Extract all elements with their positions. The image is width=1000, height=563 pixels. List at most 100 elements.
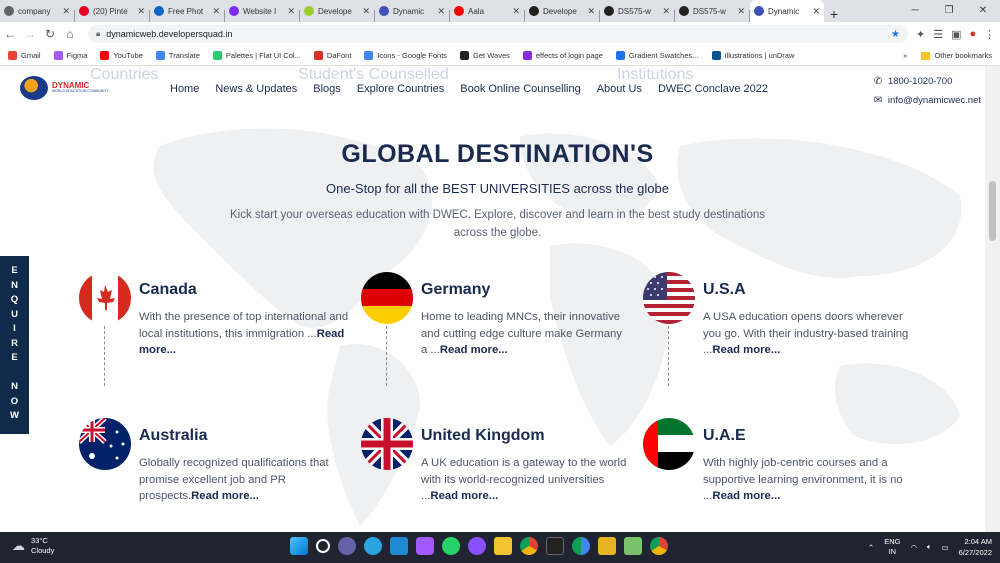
minimize-button[interactable]: ─ (898, 0, 932, 22)
nav-conclave[interactable]: DWEC Conclave 2022 (658, 83, 768, 95)
browser-tab[interactable]: Develope ✕ (300, 0, 374, 22)
wifi-icon[interactable]: ◠ (910, 543, 917, 552)
destination-name[interactable]: U.A.E (703, 427, 746, 445)
file-explorer-icon[interactable] (494, 537, 512, 555)
chat-icon[interactable] (338, 537, 356, 555)
destination-name[interactable]: U.S.A (703, 281, 746, 299)
notepad-icon[interactable] (624, 537, 642, 555)
nav-explore-countries[interactable]: Explore Countries (357, 83, 444, 95)
bookmark-item[interactable]: Figma (53, 51, 88, 60)
github-desktop-icon[interactable] (468, 537, 486, 555)
browser-tab[interactable]: Dynamic ✕ (375, 0, 449, 22)
browser-tab[interactable]: DS575-w ✕ (600, 0, 674, 22)
bookmark-item[interactable]: Gradient Swatches... (615, 51, 699, 60)
browser-tab[interactable]: DS575-w ✕ (675, 0, 749, 22)
destination-name[interactable]: Canada (139, 281, 197, 299)
enquire-now-button[interactable]: ENQUIRENOW (0, 256, 29, 434)
forward-button[interactable]: → (20, 27, 40, 41)
whatsapp-icon[interactable] (442, 537, 460, 555)
language-indicator[interactable]: ENG IN (884, 537, 900, 557)
bookmark-item[interactable]: Gmail (8, 51, 41, 60)
maximize-button[interactable]: ❐ (932, 0, 966, 22)
bookmark-item[interactable]: Palettes | Flat UI Col... (212, 51, 301, 60)
folder-icon[interactable] (598, 537, 616, 555)
read-more-link[interactable]: Read more... (712, 490, 780, 502)
bookmark-item[interactable]: effects of login page (522, 51, 603, 60)
bookmark-item[interactable]: Translate (155, 51, 200, 60)
bookmark-item[interactable]: Get Waves (460, 51, 510, 60)
bookmark-item[interactable]: DaFont (313, 51, 351, 60)
browser-tab[interactable]: Dynamic ✕ (750, 0, 824, 22)
extensions-icon[interactable]: ✦ (916, 28, 925, 41)
bookmarks-overflow[interactable]: » (903, 51, 907, 60)
destination-name[interactable]: Germany (421, 281, 490, 299)
start-icon[interactable] (290, 537, 308, 555)
nav-book-counselling[interactable]: Book Online Counselling (460, 83, 580, 95)
read-more-link[interactable]: Read more... (430, 490, 498, 502)
page-scrollbar[interactable] (985, 66, 1000, 532)
close-tab-icon[interactable]: ✕ (437, 6, 445, 17)
read-more-link[interactable]: Read more... (712, 344, 780, 356)
weather-widget[interactable]: ☁ 33°C Cloudy (12, 536, 54, 556)
menu-icon[interactable]: ⋮ (984, 28, 995, 41)
clock[interactable]: 2:04 AM 6/27/2022 (959, 536, 992, 558)
browser-tab[interactable]: (20) Pinte ✕ (75, 0, 149, 22)
reading-list-icon[interactable]: ☰ (933, 28, 943, 41)
nav-home[interactable]: Home (170, 83, 199, 95)
close-tab-icon[interactable]: ✕ (737, 6, 745, 17)
close-tab-icon[interactable]: ✕ (512, 6, 520, 17)
browser-tab[interactable]: company ✕ (0, 0, 74, 22)
scrollbar-thumb[interactable] (989, 181, 996, 241)
bookmark-item[interactable]: Icons - Google Fonts (364, 51, 447, 60)
close-tab-icon[interactable]: ✕ (287, 6, 295, 17)
nav-about-us[interactable]: About Us (597, 83, 642, 95)
profile-avatar[interactable]: ● (970, 28, 977, 41)
nav-news-updates[interactable]: News & Updates (215, 83, 297, 95)
chevron-up-icon[interactable]: ⌃ (868, 543, 874, 552)
chrome-dev-icon[interactable] (572, 537, 590, 555)
close-tab-icon[interactable]: ✕ (362, 6, 370, 17)
terminal-icon[interactable] (546, 537, 564, 555)
bookmark-star-icon[interactable]: ★ (891, 29, 900, 40)
close-tab-icon[interactable]: ✕ (587, 6, 595, 17)
close-window-button[interactable]: ✕ (966, 0, 1000, 22)
email-address[interactable]: info@dynamicwec.net (888, 91, 981, 110)
figma-icon[interactable] (416, 537, 434, 555)
url-input[interactable]: 🔒︎ dynamicweb.developersquad.in ★ (88, 25, 908, 43)
sidepanel-icon[interactable]: ▣ (951, 28, 961, 41)
chrome-icon[interactable] (520, 537, 538, 555)
chrome-active-icon[interactable] (650, 537, 668, 555)
browser-tab[interactable]: Aala ✕ (450, 0, 524, 22)
nav-blogs[interactable]: Blogs (313, 83, 341, 95)
close-tab-icon[interactable]: ✕ (212, 6, 220, 17)
reload-button[interactable]: ↻ (40, 27, 60, 41)
close-tab-icon[interactable]: ✕ (137, 6, 145, 17)
bookmark-item[interactable]: YouTube (100, 51, 143, 60)
battery-icon[interactable]: ▭ (942, 543, 949, 552)
bookmark-label: Figma (66, 51, 88, 60)
destination-desc: A USA education opens doors wherever you… (703, 311, 909, 356)
bookmark-item[interactable]: Illustrations | unDraw (711, 51, 794, 60)
back-button[interactable]: ← (0, 27, 20, 41)
close-tab-icon[interactable]: ✕ (62, 6, 70, 17)
telegram-icon[interactable] (364, 537, 382, 555)
close-tab-icon[interactable]: ✕ (662, 6, 670, 17)
home-icon[interactable]: ⌂ (60, 27, 80, 41)
browser-tab[interactable]: Develope ✕ (525, 0, 599, 22)
browser-tab[interactable]: Website I ✕ (225, 0, 299, 22)
destination-desc: A UK education is a gateway to the world… (421, 457, 627, 502)
tab-favicon-icon (4, 6, 14, 16)
read-more-link[interactable]: Read more... (191, 490, 259, 502)
browser-tab[interactable]: Free Phot ✕ (150, 0, 224, 22)
other-bookmarks[interactable]: Other bookmarks (934, 51, 992, 60)
destination-name[interactable]: Australia (139, 427, 207, 445)
vscode-icon[interactable] (390, 537, 408, 555)
close-tab-icon[interactable]: ✕ (812, 6, 820, 17)
read-more-link[interactable]: Read more... (440, 344, 508, 356)
search-icon[interactable] (316, 539, 330, 553)
site-logo[interactable]: DYNAMIC WORLD EDUCATION COMMUNITY (20, 76, 109, 100)
volume-icon[interactable]: 🔈︎ (927, 542, 932, 552)
destination-name[interactable]: United Kingdom (421, 427, 545, 445)
new-tab-button[interactable]: + (824, 6, 844, 22)
phone-number[interactable]: 1800-1020-700 (888, 72, 952, 91)
